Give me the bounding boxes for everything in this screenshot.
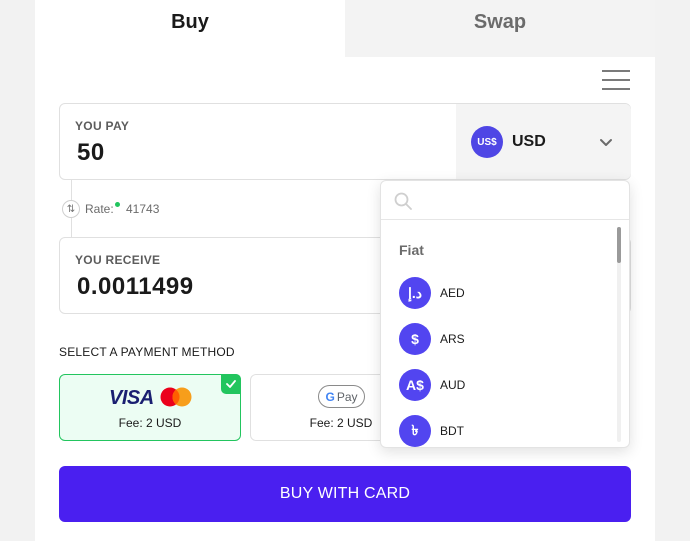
currency-option-code: AED [440,286,465,300]
you-pay-input[interactable]: 50 [77,139,105,167]
dropdown-scrollbar-thumb[interactable] [617,227,621,263]
currency-option-aud[interactable]: A$ AUD [381,365,611,405]
currency-code: USD [512,133,546,150]
mastercard-icon [160,387,192,407]
currency-option-code: ARS [440,332,465,346]
google-g-icon: G [325,389,335,404]
currency-symbol-icon: ৳ [399,415,431,447]
currency-symbol-icon: د.إ [399,277,431,309]
you-receive-value[interactable]: 0.0011499 [77,273,194,301]
dropdown-search [381,181,629,220]
buy-with-card-button[interactable]: BUY WITH CARD [59,466,631,522]
dropdown-group-label: Fiat [399,242,424,258]
currency-option-code: BDT [440,424,464,438]
payment-method-visa-mastercard[interactable]: VISA Fee: 2 USD [59,374,241,441]
tabs: Buy Swap [35,0,655,57]
currency-symbol-icon: $ [399,323,431,355]
currency-option-code: AUD [440,378,466,392]
tab-buy[interactable]: Buy [35,0,345,57]
currency-search-input[interactable] [421,188,616,213]
currency-option-bdt[interactable]: ৳ BDT [381,411,611,447]
payment-method-title: SELECT A PAYMENT METHOD [59,345,235,359]
swap-arrows-icon: ⇅ [62,200,80,218]
google-pay-logo: G Pay [318,385,365,408]
you-pay-label: YOU PAY [75,119,130,133]
rate-value: 41743 [126,202,160,216]
tab-swap[interactable]: Swap [345,0,655,57]
chevron-down-icon [600,139,612,146]
menu-icon[interactable] [602,68,632,92]
currency-option-aed[interactable]: د.إ AED [381,273,611,313]
rate-status-dot [115,202,120,207]
currency-dropdown: Fiat د.إ AED $ ARS A$ AUD ৳ BDT [380,180,630,448]
google-pay-text: Pay [336,389,358,404]
search-icon [394,192,412,210]
you-receive-label: YOU RECEIVE [75,253,161,267]
payment-fee: Fee: 2 USD [118,416,182,430]
rate-label: Rate: [85,202,114,216]
check-icon [221,374,241,394]
currency-symbol-icon: A$ [399,369,431,401]
currency-selector[interactable]: US$ USD [456,104,631,179]
menu-line [602,88,630,90]
menu-line [602,79,630,81]
visa-logo: VISA [109,387,154,409]
currency-badge: US$ [471,126,503,158]
menu-line [602,70,630,72]
you-pay-field[interactable]: YOU PAY 50 US$ USD [59,103,631,180]
currency-option-ars[interactable]: $ ARS [381,319,611,359]
